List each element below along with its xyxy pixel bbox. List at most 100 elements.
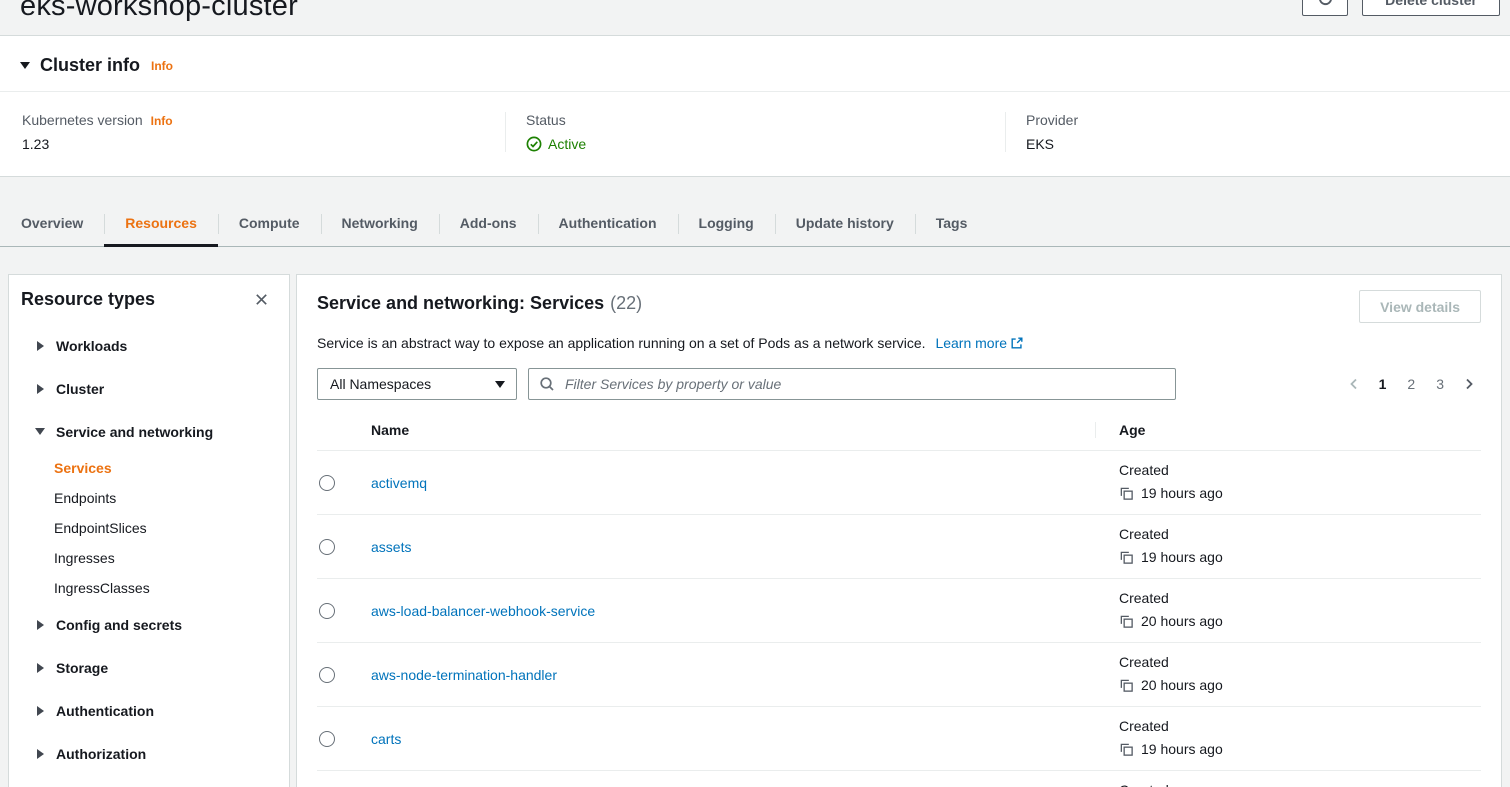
- copy-icon[interactable]: [1119, 486, 1134, 501]
- copy-icon[interactable]: [1119, 742, 1134, 757]
- tab-add-ons[interactable]: Add-ons: [439, 202, 538, 246]
- services-panel-title: Service and networking: Services(22): [317, 293, 642, 314]
- triangle-right-icon: [37, 749, 44, 759]
- age-cell: Created 19 hours ago: [1096, 707, 1481, 770]
- tree-group-service-and-networking[interactable]: Service and networking: [21, 410, 277, 453]
- tree-group-authentication[interactable]: Authentication: [21, 689, 277, 732]
- resource-types-title: Resource types: [21, 289, 155, 310]
- tab-update-history[interactable]: Update history: [775, 202, 915, 246]
- tab-logging[interactable]: Logging: [678, 202, 775, 246]
- triangle-right-icon: [37, 706, 44, 716]
- cluster-info-header[interactable]: Cluster info Info: [0, 36, 1510, 92]
- table-row: aws-node-termination-handler Created 20 …: [317, 643, 1481, 707]
- tree-item-endpointslices[interactable]: EndpointSlices: [21, 513, 277, 543]
- age-cell: Created 19 hours ago: [1096, 515, 1481, 578]
- tree-item-services[interactable]: Services: [21, 453, 277, 483]
- resource-tree: Workloads Cluster Service and networking…: [21, 324, 277, 775]
- page-2-button[interactable]: 2: [1401, 372, 1421, 396]
- tree-group-workloads[interactable]: Workloads: [21, 324, 277, 367]
- search-icon: [539, 376, 555, 395]
- delete-cluster-button[interactable]: Delete cluster: [1362, 0, 1500, 16]
- status-text: Active: [548, 136, 586, 152]
- tree-item-ingressclasses[interactable]: IngressClasses: [21, 573, 277, 603]
- page-3-button[interactable]: 3: [1430, 372, 1450, 396]
- triangle-down-icon: [35, 428, 45, 435]
- provider-value: EKS: [1026, 136, 1510, 152]
- copy-icon[interactable]: [1119, 550, 1134, 565]
- description-text: Service is an abstract way to expose an …: [317, 335, 926, 351]
- tree-group-storage[interactable]: Storage: [21, 646, 277, 689]
- services-description: Service is an abstract way to expose an …: [317, 335, 1481, 353]
- created-label: Created: [1119, 590, 1481, 606]
- row-radio[interactable]: [319, 603, 335, 619]
- tab-bar: Overview Resources Compute Networking Ad…: [0, 202, 1510, 247]
- row-radio[interactable]: [319, 539, 335, 555]
- provider-label: Provider: [1026, 112, 1078, 128]
- refresh-button[interactable]: [1302, 0, 1348, 16]
- next-page-button[interactable]: [1459, 374, 1479, 394]
- tree-group-label: Authorization: [56, 746, 146, 762]
- search-field-wrap: [528, 368, 1176, 400]
- table-header: Name Age: [317, 416, 1481, 451]
- close-icon: [254, 295, 269, 310]
- services-table: Name Age activemq Created 19 hours ago a…: [317, 416, 1481, 787]
- age-cell: Created 20 hours ago: [1096, 579, 1481, 642]
- row-radio[interactable]: [319, 475, 335, 491]
- service-link[interactable]: aws-load-balancer-webhook-service: [371, 603, 595, 619]
- tree-group-cluster[interactable]: Cluster: [21, 367, 277, 410]
- tab-overview[interactable]: Overview: [0, 202, 104, 246]
- tab-authentication[interactable]: Authentication: [538, 202, 678, 246]
- age-value: 19 hours ago: [1141, 485, 1223, 501]
- view-details-button[interactable]: View details: [1359, 290, 1481, 323]
- tree-group-label: Cluster: [56, 381, 104, 397]
- tree-item-ingresses[interactable]: Ingresses: [21, 543, 277, 573]
- page-header: eks-workshop-cluster Delete cluster: [0, 0, 1510, 20]
- tab-networking[interactable]: Networking: [321, 202, 439, 246]
- tab-tags[interactable]: Tags: [915, 202, 989, 246]
- cluster-info-info-link[interactable]: Info: [151, 59, 173, 73]
- page-1-button[interactable]: 1: [1373, 372, 1393, 396]
- cluster-info-body: Kubernetes version Info 1.23 Status Acti…: [0, 92, 1510, 176]
- selection-column-header: [317, 422, 371, 438]
- learn-more-text: Learn more: [935, 335, 1007, 351]
- learn-more-link[interactable]: Learn more: [935, 335, 1024, 351]
- row-radio[interactable]: [319, 731, 335, 747]
- tab-resources[interactable]: Resources: [104, 202, 218, 246]
- service-link[interactable]: activemq: [371, 475, 427, 491]
- tree-group-config-and-secrets[interactable]: Config and secrets: [21, 603, 277, 646]
- age-value: 19 hours ago: [1141, 549, 1223, 565]
- tab-compute[interactable]: Compute: [218, 202, 321, 246]
- service-link[interactable]: carts: [371, 731, 401, 747]
- copy-icon[interactable]: [1119, 614, 1134, 629]
- name-column-header: Name: [371, 422, 1096, 438]
- services-panel: Service and networking: Services(22) Vie…: [296, 274, 1502, 787]
- age-column-header: Age: [1096, 422, 1481, 438]
- external-link-icon: [1010, 336, 1024, 353]
- kubernetes-version-label: Kubernetes version: [22, 112, 143, 128]
- tree-group-label: Config and secrets: [56, 617, 182, 633]
- age-value: 20 hours ago: [1141, 677, 1223, 693]
- service-link[interactable]: assets: [371, 539, 411, 555]
- triangle-right-icon: [37, 663, 44, 673]
- age-cell: Created 19 hours ago: [1096, 451, 1481, 514]
- table-row: aws-load-balancer-webhook-service Create…: [317, 579, 1481, 643]
- previous-page-button[interactable]: [1344, 374, 1364, 394]
- service-link[interactable]: aws-node-termination-handler: [371, 667, 557, 683]
- age-cell: Created: [1096, 771, 1481, 787]
- page-title: eks-workshop-cluster: [20, 0, 1490, 23]
- status-field: Status Active: [505, 112, 1005, 152]
- table-row: carts Created 19 hours ago: [317, 707, 1481, 771]
- close-panel-button[interactable]: [252, 290, 271, 309]
- namespace-select[interactable]: All Namespaces: [317, 368, 517, 400]
- row-radio[interactable]: [319, 667, 335, 683]
- filter-services-input[interactable]: [528, 368, 1176, 400]
- tree-item-endpoints[interactable]: Endpoints: [21, 483, 277, 513]
- tree-group-authorization[interactable]: Authorization: [21, 732, 277, 775]
- tree-group-label: Workloads: [56, 338, 127, 354]
- kubernetes-version-field: Kubernetes version Info 1.23: [0, 112, 505, 152]
- kubernetes-version-info-link[interactable]: Info: [151, 114, 173, 128]
- panel-title-text: Service and networking: Services: [317, 293, 604, 313]
- copy-icon[interactable]: [1119, 678, 1134, 693]
- collapse-icon: [20, 62, 30, 69]
- age-cell: Created 20 hours ago: [1096, 643, 1481, 706]
